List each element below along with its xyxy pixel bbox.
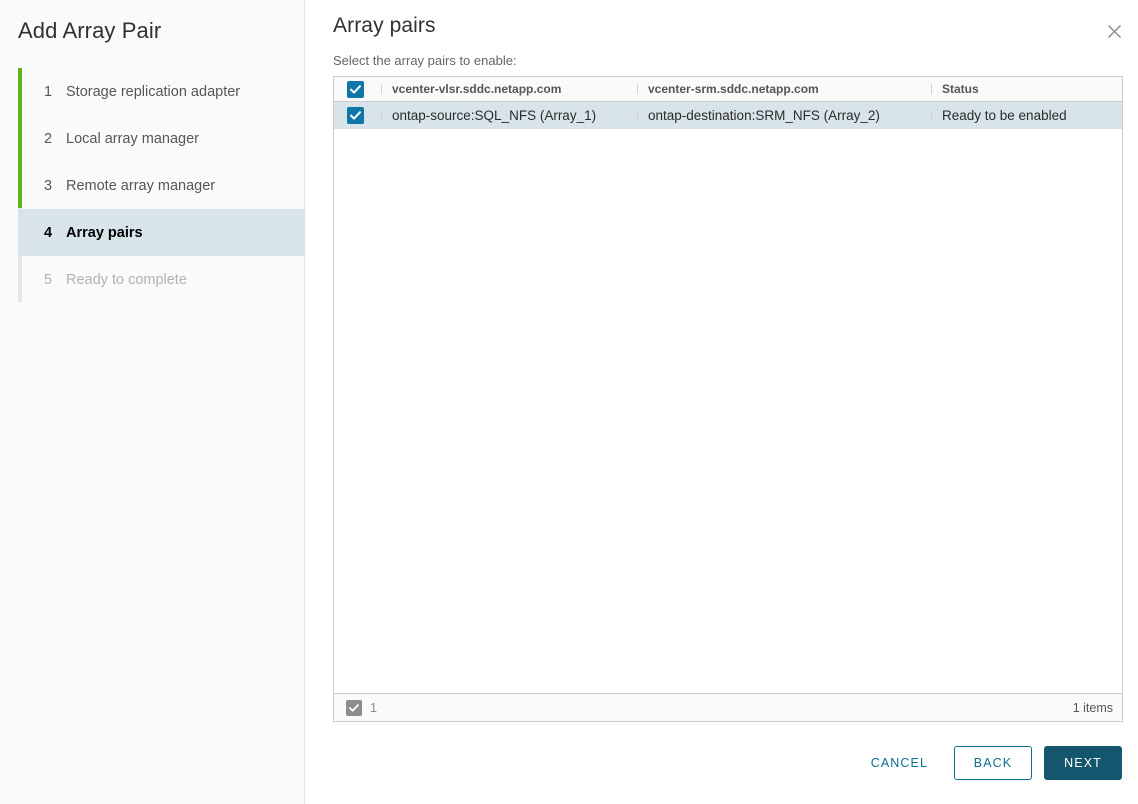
cell-local-array: ontap-source:SQL_NFS (Array_1) [382, 108, 638, 123]
wizard-title: Add Array Pair [18, 18, 162, 43]
row-select-cell [334, 107, 382, 124]
wizard-step-list: 1 Storage replication adapter 2 Local ar… [18, 68, 305, 303]
wizard-sidebar: Add Array Pair 1 Storage replication ada… [0, 0, 305, 804]
step-label: Array pairs [66, 224, 143, 241]
step-label: Storage replication adapter [66, 83, 241, 100]
cell-status: Ready to be enabled [942, 108, 1067, 123]
select-all-checkbox[interactable] [347, 80, 364, 98]
column-header-remote-vcenter[interactable]: vcenter-srm.sddc.netapp.com [638, 82, 932, 96]
page-title: Array pairs [333, 14, 436, 37]
column-header-status[interactable]: Status [932, 82, 1122, 96]
datagrid-header-row: vcenter-vlsr.sddc.netapp.com vcenter-srm… [334, 77, 1122, 102]
datagrid-body: ontap-source:SQL_NFS (Array_1) ontap-des… [334, 102, 1122, 693]
row-checkbox[interactable] [347, 107, 364, 124]
step-label: Remote array manager [66, 177, 216, 194]
footer-select-all-checkbox[interactable] [346, 699, 362, 716]
column-header-local-vcenter[interactable]: vcenter-vlsr.sddc.netapp.com [382, 82, 638, 96]
sidebar-step-storage-replication-adapter[interactable]: 1 Storage replication adapter [18, 68, 305, 115]
table-row[interactable]: ontap-source:SQL_NFS (Array_1) ontap-des… [334, 102, 1122, 129]
sidebar-step-remote-array-manager[interactable]: 3 Remote array manager [18, 162, 305, 209]
add-array-pair-wizard: Add Array Pair 1 Storage replication ada… [0, 0, 1138, 804]
step-label: Ready to complete [66, 271, 187, 288]
sidebar-step-ready-to-complete: 5 Ready to complete [18, 256, 305, 303]
datagrid-footer-selection: 1 [346, 699, 377, 716]
step-number: 2 [44, 130, 53, 147]
page-subtitle: Select the array pairs to enable: [333, 53, 517, 68]
step-number: 1 [44, 83, 53, 100]
sidebar-step-array-pairs[interactable]: 4 Array pairs [18, 209, 305, 256]
step-label: Local array manager [66, 130, 199, 147]
array-pairs-datagrid: vcenter-vlsr.sddc.netapp.com vcenter-srm… [333, 76, 1123, 722]
back-button[interactable]: BACK [954, 746, 1032, 780]
cancel-button[interactable]: CANCEL [857, 746, 942, 780]
wizard-main-panel: Array pairs Select the array pairs to en… [305, 0, 1138, 804]
step-number: 4 [44, 224, 53, 241]
close-icon[interactable] [1101, 18, 1127, 44]
datagrid-footer: 1 1 items [334, 693, 1122, 721]
header-select-all-cell [334, 80, 382, 98]
selected-count-label: 1 [370, 700, 377, 715]
next-button[interactable]: NEXT [1044, 746, 1122, 780]
step-number: 5 [44, 271, 53, 288]
sidebar-step-local-array-manager[interactable]: 2 Local array manager [18, 115, 305, 162]
cell-remote-array: ontap-destination:SRM_NFS (Array_2) [638, 108, 932, 123]
total-items-label: 1 items [1072, 700, 1113, 715]
wizard-actions: CANCEL BACK NEXT [857, 746, 1122, 780]
step-number: 3 [44, 177, 53, 194]
